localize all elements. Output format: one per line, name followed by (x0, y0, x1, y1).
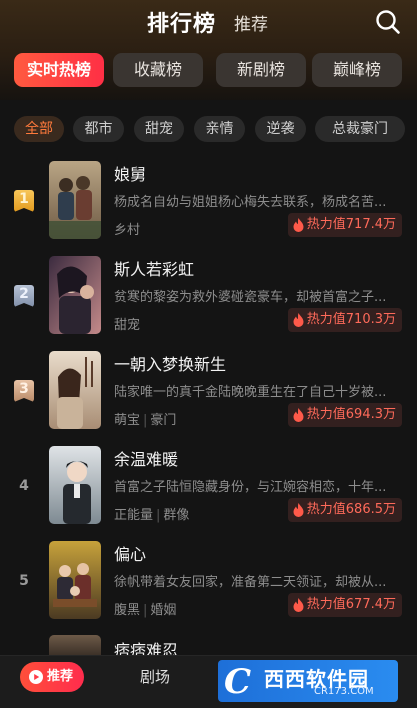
chip-all[interactable]: 全部 (14, 116, 64, 142)
list-item[interactable]: 4 余温难暖 首富之子陆恒隐藏身份，与江婉容相恋，十年... 正能量 | 群像 热力… (0, 435, 417, 530)
heat-badge: 热力值694.3万 (288, 403, 402, 427)
rank-number: 5 (19, 573, 29, 589)
heat-value: 热力值717.4万 (306, 217, 396, 232)
watermark-logo: C 西西软件园 CR173.COM (218, 660, 398, 702)
drama-title: 痞痞难忍 (114, 641, 179, 655)
drama-tags: 腹黑 | 婚姻 (114, 599, 176, 618)
drama-tag: 群像 (163, 508, 190, 523)
list-item[interactable]: 1 娘舅 杨成名自幼与姐姐杨心梅失去联系，杨成名苦... 乡村 热力值717.4… (0, 150, 417, 245)
tag-separator: | (143, 603, 148, 618)
tag-separator: | (143, 413, 148, 428)
drama-tags: 乡村 (114, 219, 140, 238)
drama-tag: 婚姻 (150, 603, 177, 618)
drama-title: 斯人若彩虹 (114, 260, 195, 279)
chip-ceo-rich[interactable]: 总裁豪门 (315, 116, 405, 142)
ranking-list: 1 娘舅 杨成名自幼与姐姐杨心梅失去联系，杨成名苦... 乡村 热力值717.4… (0, 150, 417, 655)
drama-tag: 乡村 (114, 223, 141, 238)
drama-description: 贫寒的黎姿为救外婆碰瓷豪车，却被首富之子... (114, 290, 387, 305)
flame-icon (293, 408, 304, 422)
drama-poster (49, 161, 101, 239)
watermark-url: CR173.COM (314, 686, 374, 697)
drama-description: 杨成名自幼与姐姐杨心梅失去联系，杨成名苦... (114, 195, 387, 210)
drama-tags: 正能量 | 群像 (114, 504, 189, 523)
heat-value: 热力值710.3万 (306, 312, 396, 327)
tab-realtime-hot[interactable]: 实时热榜 (14, 53, 104, 87)
flame-icon (293, 598, 304, 612)
nav-recommend[interactable]: 推荐 (20, 662, 84, 692)
list-item[interactable]: 3 一朝入梦换新生 陆家唯一的真千金陆晚晚重生在了自己十岁被... 萌宝 | 豪门 … (0, 340, 417, 435)
rank-number: 4 (19, 478, 29, 494)
drama-tag: 正能量 (114, 508, 154, 523)
bottom-nav: 推荐 剧场 C 西西软件园 CR173.COM (0, 655, 417, 708)
nav-recommend-label: 推荐 (47, 669, 74, 684)
chip-urban[interactable]: 都市 (73, 116, 124, 142)
list-item[interactable]: 痞痞难忍 (0, 635, 417, 655)
drama-description: 陆家唯一的真千金陆晚晚重生在了自己十岁被... (114, 385, 387, 400)
heat-badge: 热力值710.3万 (288, 308, 402, 332)
drama-tag: 腹黑 (114, 603, 141, 618)
drama-description: 首富之子陆恒隐藏身份，与江婉容相恋，十年... (114, 480, 387, 495)
play-icon (29, 670, 43, 684)
heat-badge: 热力值677.4万 (288, 593, 402, 617)
ranking-tabs: 实时热榜 收藏榜 新剧榜 巅峰榜 (14, 53, 409, 87)
drama-tag: 甜宠 (114, 318, 141, 333)
page-title: 排行榜 (147, 12, 217, 37)
drama-poster (49, 635, 101, 655)
drama-tag: 豪门 (150, 413, 177, 428)
category-filter: 全部 都市 甜宠 亲情 逆袭 总裁豪门 (14, 116, 414, 142)
flame-icon (293, 503, 304, 517)
drama-description: 徐帆带着女友回家，准备第二天领证，却被从... (114, 575, 387, 590)
list-item[interactable]: 2 斯人若彩虹 贫寒的黎姿为救外婆碰瓷豪车，却被首富之子... 甜宠 热力值71… (0, 245, 417, 340)
rank-badge: 3 (14, 380, 34, 402)
drama-title: 一朝入梦换新生 (114, 355, 227, 374)
rank-badge: 2 (14, 285, 34, 307)
tab-peak[interactable]: 巅峰榜 (312, 53, 402, 87)
drama-poster (49, 446, 101, 524)
drama-title: 娘舅 (114, 165, 147, 184)
drama-tags: 萌宝 | 豪门 (114, 409, 176, 428)
watermark-c-glyph: C (224, 662, 252, 702)
rank-badge: 1 (14, 190, 34, 212)
drama-tag: 萌宝 (114, 413, 141, 428)
drama-title: 偏心 (114, 545, 147, 564)
chip-family[interactable]: 亲情 (194, 116, 245, 142)
heat-badge: 热力值717.4万 (288, 213, 402, 237)
tag-separator: | (156, 508, 161, 523)
drama-tags: 甜宠 (114, 314, 140, 333)
list-item[interactable]: 5 偏心 徐帆带着女友回家，准备第二天领证，却被从... 腹黑 | 婚姻 热力值67… (0, 530, 417, 625)
drama-poster (49, 351, 101, 429)
nav-theater[interactable]: 剧场 (140, 666, 170, 687)
tab-favorites[interactable]: 收藏榜 (113, 53, 203, 87)
drama-poster (49, 541, 101, 619)
search-icon (376, 10, 400, 34)
drama-title: 余温难暖 (114, 450, 179, 469)
heat-value: 热力值694.3万 (306, 407, 396, 422)
drama-poster (49, 256, 101, 334)
heat-value: 热力值686.5万 (306, 502, 396, 517)
search-button[interactable] (374, 8, 402, 36)
chip-sweet[interactable]: 甜宠 (134, 116, 184, 142)
heat-badge: 热力值686.5万 (288, 498, 402, 522)
flame-icon (293, 313, 304, 327)
header: 排行榜 推荐 (0, 0, 417, 42)
flame-icon (293, 218, 304, 232)
recommend-link[interactable]: 推荐 (234, 10, 268, 35)
heat-value: 热力值677.4万 (306, 597, 396, 612)
tab-new-dramas[interactable]: 新剧榜 (216, 53, 306, 87)
chip-comeback[interactable]: 逆袭 (255, 116, 306, 142)
